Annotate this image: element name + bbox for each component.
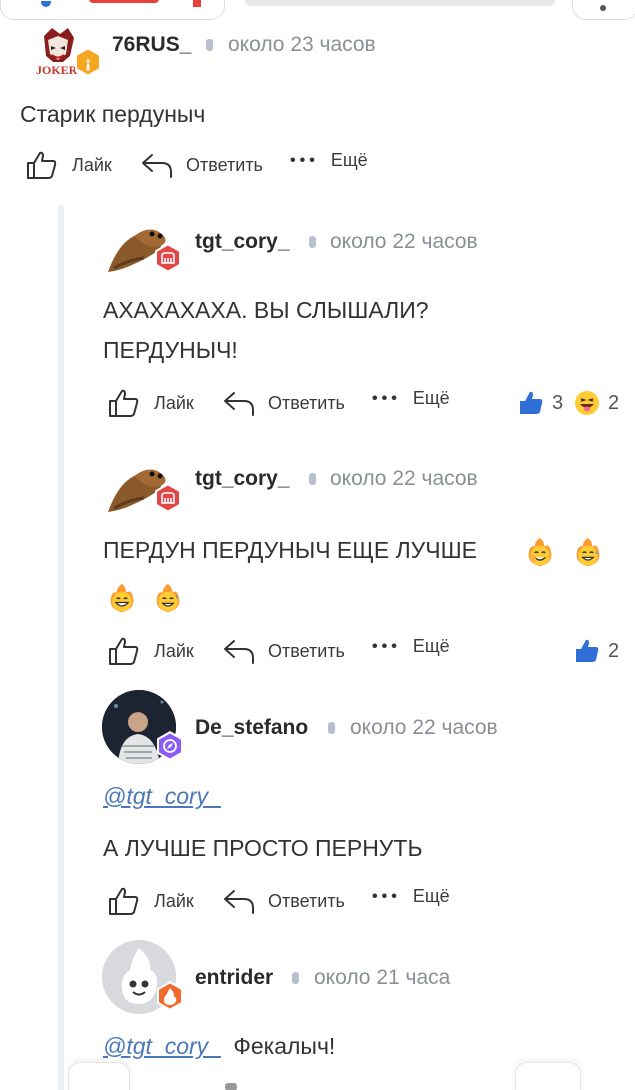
timestamp: около 23 часов <box>228 33 376 56</box>
reply-label: Ответить <box>268 392 345 413</box>
comment-text-line2: ПЕРДУНЫЧ! <box>103 337 238 363</box>
more-label: Ещё <box>412 388 450 408</box>
reply-label: Ответить <box>268 640 345 661</box>
comment-4: De_stefano около 22 часов @tgt_cory_ А Л… <box>0 680 635 930</box>
more-label: Ещё <box>412 886 450 906</box>
tongue-emoji-icon <box>575 391 599 415</box>
reply-arrow-icon <box>224 392 254 416</box>
hot-face-emoji-1 <box>524 536 556 568</box>
username[interactable]: tgt_cory_ <box>195 230 290 254</box>
like-button[interactable]: Лайк <box>26 150 112 180</box>
more-button[interactable]: ••• Ещё <box>290 150 368 171</box>
bottom-indicator <box>225 1083 237 1090</box>
hot-face-emoji-2 <box>572 536 604 568</box>
hot-face-emoji-4 <box>152 582 184 614</box>
separator-dot <box>309 473 316 485</box>
comment-text: Фекалыч! <box>233 1033 336 1059</box>
reply-button[interactable]: Ответить <box>222 636 345 666</box>
reply-arrow-icon <box>224 890 254 914</box>
separator-dot <box>328 722 335 734</box>
reply-arrow-icon <box>224 640 254 664</box>
comment-actions: Лайк Ответить ••• Ещё <box>0 150 635 184</box>
reaction-laugh[interactable]: 2 <box>574 390 619 416</box>
mention-link[interactable]: @tgt_cory_ <box>103 783 221 809</box>
like-label: Лайк <box>154 392 194 413</box>
mention-line: @tgt_cory_ <box>103 776 221 816</box>
reply-arrow-icon <box>142 154 172 178</box>
separator-dot <box>292 972 299 984</box>
thumbs-up-icon <box>109 637 139 665</box>
like-button[interactable]: Лайк <box>108 388 194 418</box>
timestamp: около 22 часов <box>330 230 478 253</box>
like-button[interactable]: Лайк <box>108 886 194 916</box>
thumbs-up-icon <box>109 389 139 417</box>
comment-text-content: ПЕРДУН ПЕРДУНЫЧ ЕЩЕ ЛУЧШЕ <box>103 537 478 563</box>
reply-label: Ответить <box>268 890 345 911</box>
reaction-count: 2 <box>608 391 620 414</box>
hot-face-emoji-3 <box>106 582 138 614</box>
more-dots-icon: ••• <box>290 151 319 169</box>
separator-dot <box>309 236 316 248</box>
username[interactable]: tgt_cory_ <box>195 467 290 491</box>
mention-link[interactable]: @tgt_cory_ <box>103 1033 221 1059</box>
reply-button[interactable]: Ответить <box>222 388 345 418</box>
separator-dot <box>206 39 213 51</box>
comment-2: tgt_cory_ около 22 часов АХАХАХАХА. ВЫ С… <box>0 200 635 440</box>
svg-text:¡: ¡ <box>85 54 92 72</box>
reply-button[interactable]: Ответить <box>222 886 345 916</box>
comment-3: tgt_cory_ около 22 часов ПЕРДУН ПЕРДУНЫЧ… <box>0 440 635 680</box>
more-button[interactable]: ••• Ещё <box>372 388 450 409</box>
comment-actions: Лайк Ответить ••• Ещё <box>0 886 635 920</box>
comment-text: ПЕРДУН ПЕРДУНЫЧ ЕЩЕ ЛУЧШЕ <box>103 530 477 570</box>
comment-text-line: @tgt_cory_ Фекалыч! <box>103 1026 335 1066</box>
level-badge: ¡ <box>72 46 104 78</box>
blue-thumbs-up-icon <box>520 391 543 414</box>
username[interactable]: 76RUS_ <box>112 33 191 57</box>
blue-thumbs-up-icon <box>576 639 599 662</box>
reaction-thumbs-up[interactable]: 3 <box>518 390 563 416</box>
comment-text: А ЛУЧШЕ ПРОСТО ПЕРНУТЬ <box>103 835 423 861</box>
more-button[interactable]: ••• Ещё <box>372 886 450 907</box>
reaction-count: 3 <box>552 391 564 414</box>
level-badge <box>152 482 184 514</box>
like-label: Лайк <box>154 640 194 661</box>
reaction-thumbs-up[interactable]: 2 <box>574 638 619 664</box>
bottom-right-button[interactable] <box>515 1062 581 1090</box>
level-badge <box>154 730 186 762</box>
reaction-count: 2 <box>608 639 620 662</box>
username[interactable]: De_stefano <box>195 716 308 740</box>
comment-1: JOKER ¡ 76RUS_ около 23 часов Старик пер… <box>0 0 635 200</box>
like-label: Лайк <box>154 890 194 911</box>
thumbs-up-icon <box>109 887 139 915</box>
reply-button[interactable]: Ответить <box>140 150 263 180</box>
more-button[interactable]: ••• Ещё <box>372 636 450 657</box>
timestamp: около 22 часов <box>350 716 498 739</box>
comment-text: АХАХАХАХА. ВЫ СЛЫШАЛИ? <box>103 297 429 323</box>
more-label: Ещё <box>330 150 368 170</box>
thumbs-up-icon <box>27 151 57 179</box>
like-button[interactable]: Лайк <box>108 636 194 666</box>
more-dots-icon: ••• <box>372 389 401 407</box>
level-badge <box>154 980 186 1012</box>
bottom-left-button[interactable] <box>68 1062 130 1090</box>
more-dots-icon: ••• <box>372 887 401 905</box>
level-badge <box>152 242 184 274</box>
timestamp: около 21 часа <box>314 966 451 989</box>
timestamp: около 22 часов <box>330 467 478 490</box>
comment-text: Старик пердуныч <box>20 101 206 127</box>
username[interactable]: entrider <box>195 966 273 990</box>
more-label: Ещё <box>412 636 450 656</box>
comment-actions: Лайк Ответить ••• Ещё 3 2 <box>0 388 635 422</box>
more-dots-icon: ••• <box>372 637 401 655</box>
reply-label: Ответить <box>186 154 263 175</box>
like-label: Лайк <box>72 154 112 175</box>
comment-actions: Лайк Ответить ••• Ещё 2 <box>0 636 635 670</box>
